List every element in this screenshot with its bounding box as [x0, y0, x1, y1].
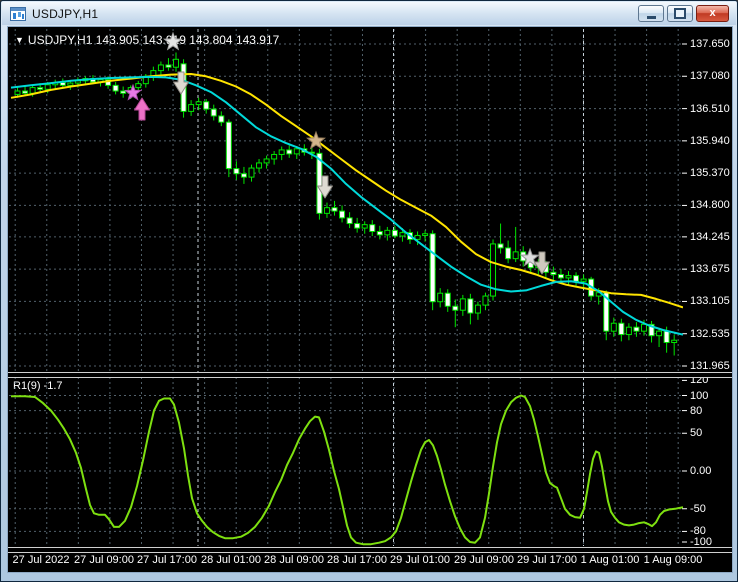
time-axis-label: 1 Aug 01:00	[580, 554, 640, 566]
price-axis-label: 133.675	[690, 263, 730, 276]
time-axis-label: 29 Jul 01:00	[390, 554, 450, 566]
header-low: 143.804	[189, 33, 233, 47]
time-axis-label: 28 Jul 09:00	[264, 554, 324, 566]
restore-button[interactable]	[667, 5, 693, 22]
time-axis-label: 27 Jul 2022	[12, 554, 70, 566]
price-axis-label: 136.510	[690, 102, 730, 115]
close-button[interactable]: x	[696, 5, 729, 22]
time-axis-label: 1 Aug 09:00	[643, 554, 703, 566]
time-axis-label: 29 Jul 09:00	[454, 554, 514, 566]
minimize-button[interactable]	[638, 5, 664, 22]
timeaxis-divider	[8, 547, 732, 553]
price-axis-label: 135.940	[690, 134, 730, 147]
minimize-icon	[646, 15, 656, 19]
price-axis-label: 137.650	[690, 38, 730, 50]
window-title: USDJPY,H1	[32, 6, 99, 21]
price-axis-label: 137.080	[690, 70, 730, 83]
time-axis-label: 28 Jul 01:00	[201, 554, 261, 566]
time-axis-label: 27 Jul 09:00	[74, 554, 134, 566]
ohlc-readout[interactable]: ▼ USDJPY,H1 143.905 143.919 143.804 143.9…	[15, 33, 279, 47]
time-axis-label: 29 Jul 17:00	[517, 554, 577, 566]
time-axis-label: 27 Jul 17:00	[137, 554, 197, 566]
header-open: 143.905	[95, 33, 140, 47]
time-axis-label: 28 Jul 17:00	[327, 554, 387, 566]
restore-icon	[674, 8, 686, 19]
price-axis-label: 135.370	[690, 167, 730, 180]
chart-window-icon	[10, 6, 26, 21]
close-icon: x	[709, 7, 716, 19]
titlebar[interactable]: USDJPY,H1	[2, 2, 736, 25]
oscillator-axis-label: 100	[690, 389, 709, 402]
price-axis-label: 131.965	[690, 359, 730, 372]
indicator-label: R1(9) -1.7	[13, 380, 63, 392]
panel-divider[interactable]	[8, 372, 732, 378]
oscillator-axis-label: 0.00	[690, 465, 712, 477]
chart-client-area[interactable]	[7, 26, 733, 573]
price-axis-label: 134.245	[690, 230, 730, 243]
chart-window: USDJPY,H1 x ▼ USDJPY,H1 143.905 143.919 1…	[0, 0, 738, 582]
price-axis-label: 132.535	[690, 327, 730, 340]
header-symbol: USDJPY,H1	[27, 33, 93, 47]
header-close: 143.917	[235, 33, 280, 47]
header-high: 143.919	[142, 33, 186, 47]
oscillator-axis-label: -50	[690, 502, 706, 515]
oscillator-axis-label: 80	[690, 404, 703, 417]
price-axis-label: 134.800	[690, 199, 730, 212]
oscillator-axis-label: 50	[690, 427, 703, 440]
collapse-triangle-icon[interactable]: ▼	[15, 35, 24, 45]
price-axis-label: 133.105	[690, 295, 730, 308]
